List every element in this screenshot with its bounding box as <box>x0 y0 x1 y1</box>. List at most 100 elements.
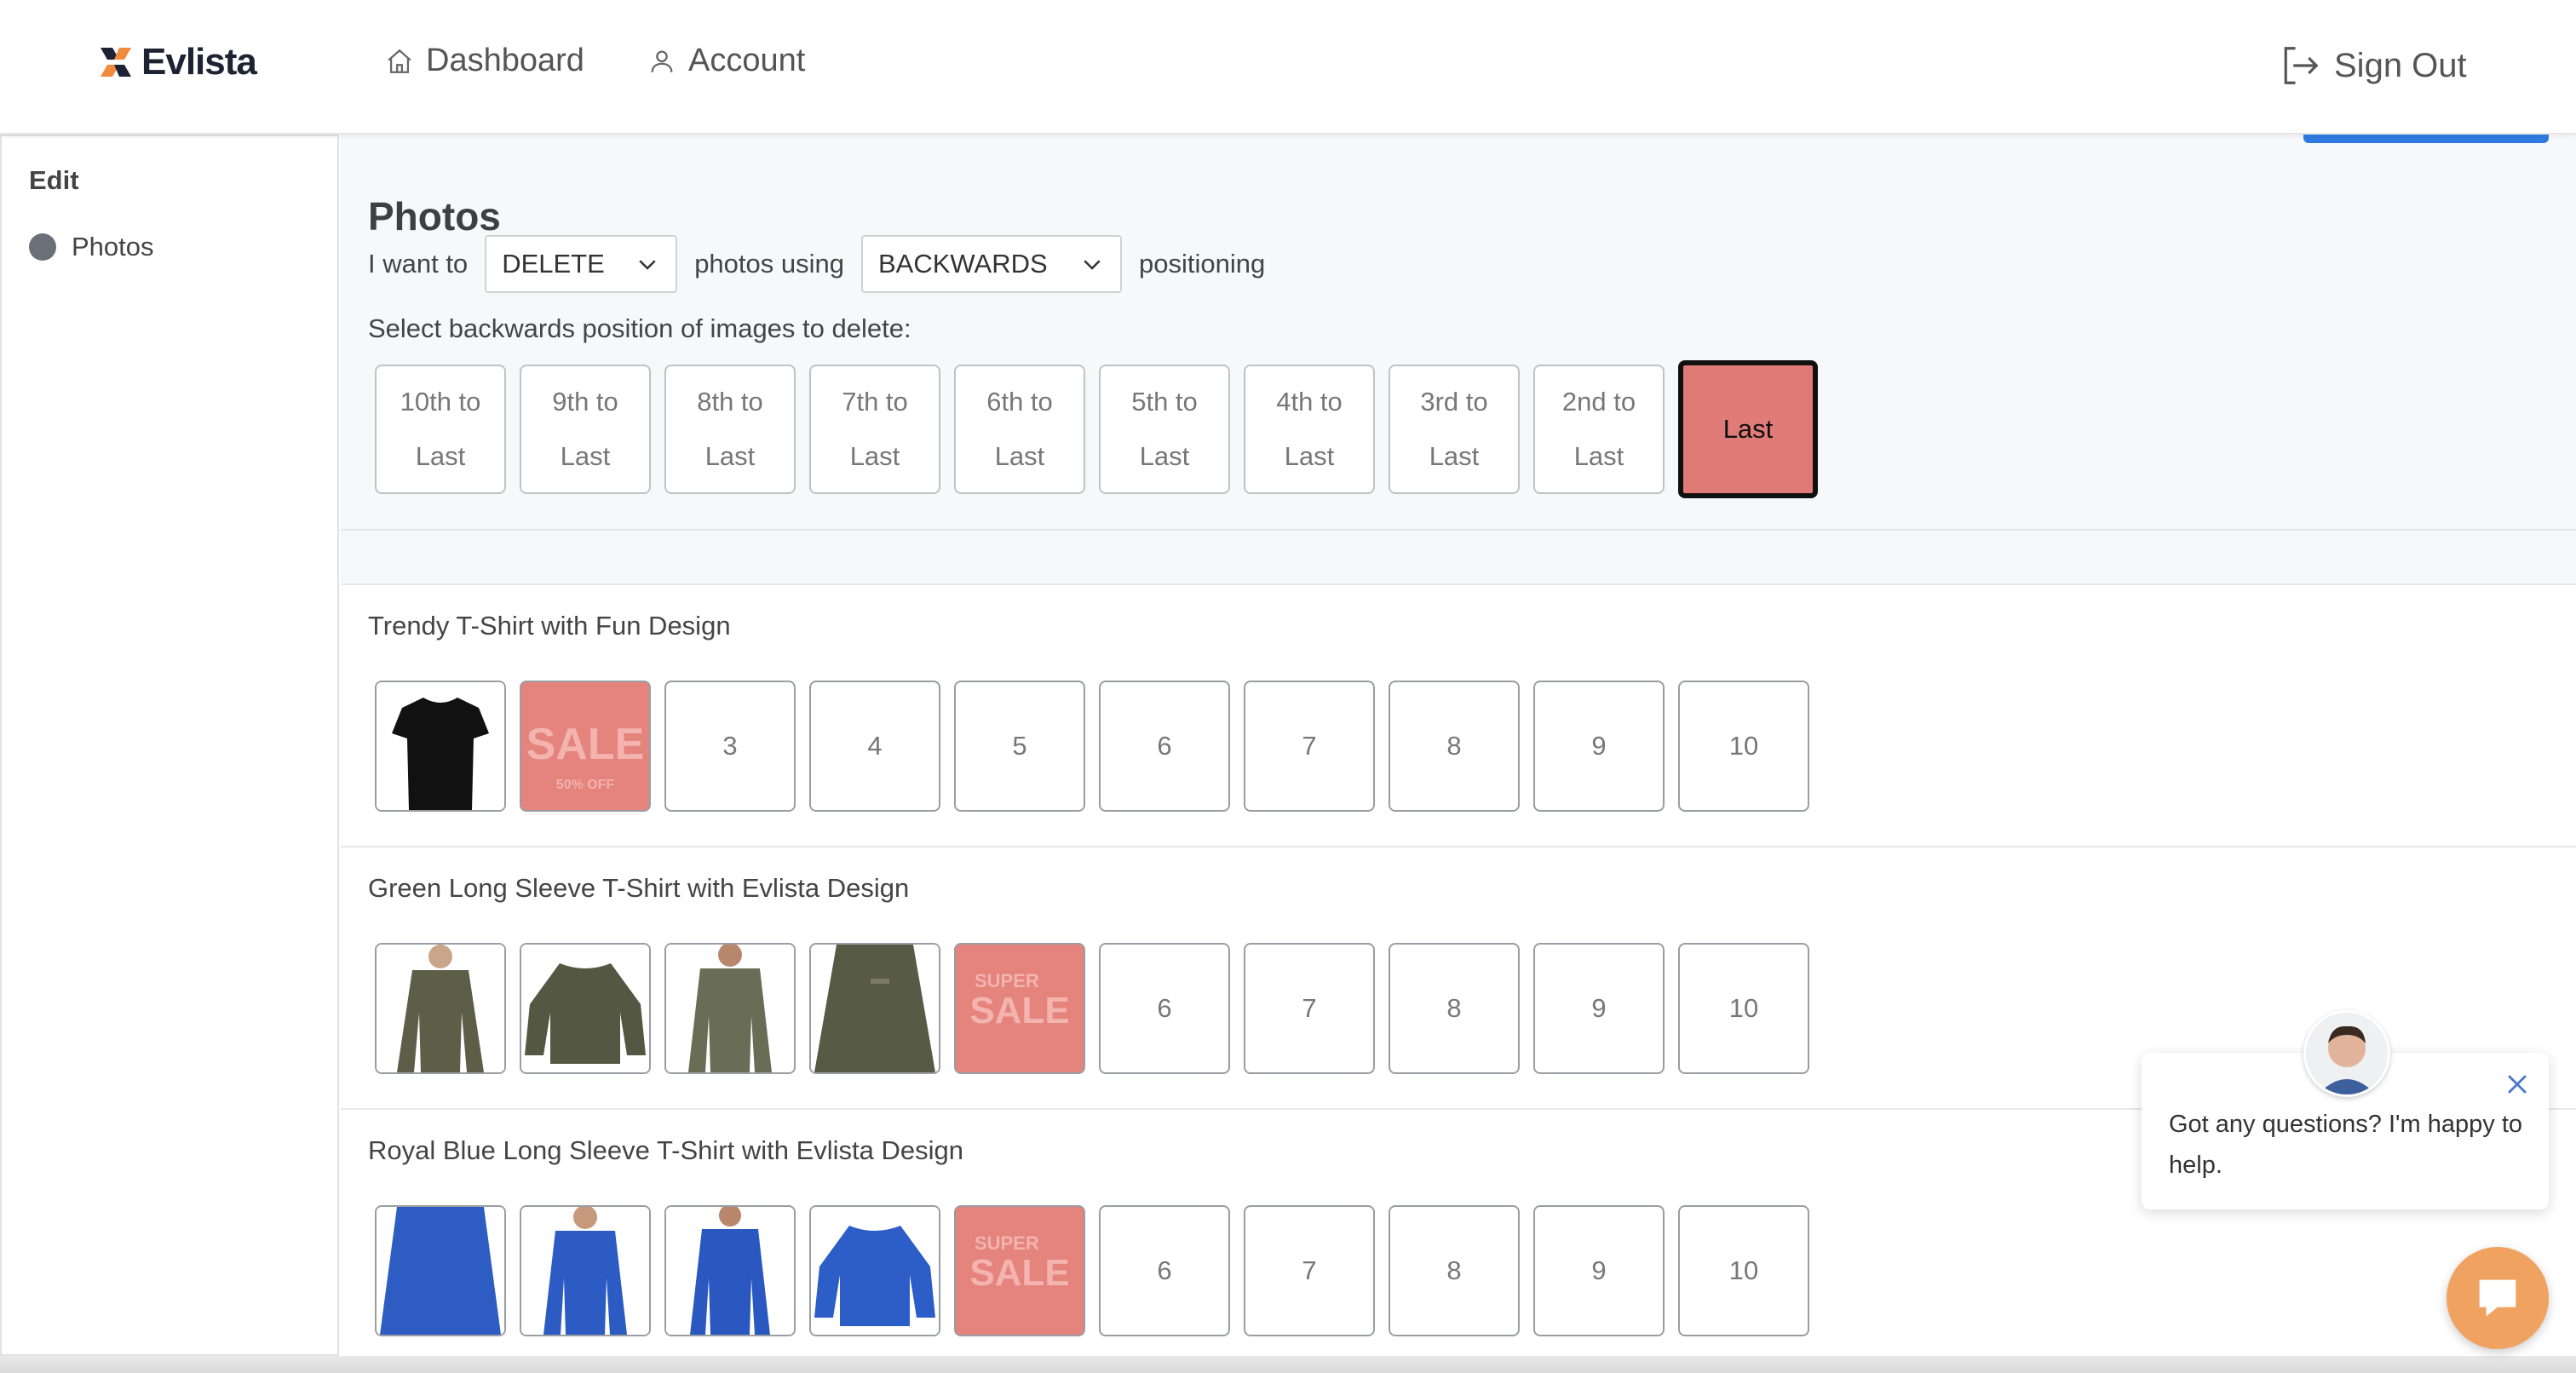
photo-slots: SUPER SALE 6 7 8 9 10 <box>375 943 1823 1074</box>
position-line2: Last <box>704 441 756 471</box>
empty-photo-slot[interactable]: 9 <box>1533 1205 1665 1336</box>
circle-dot-icon <box>29 233 56 261</box>
photo-thumbnail-green-longsleeve-model[interactable] <box>375 943 506 1074</box>
slot-number: 10 <box>1728 993 1759 1023</box>
sale-banner-subtext: 50% OFF <box>556 778 615 792</box>
position-10th-to-last-button[interactable]: 10th to Last <box>375 365 506 494</box>
photo-thumbnail-blue-longsleeve-flat[interactable] <box>809 1205 940 1336</box>
position-4th-to-last-button[interactable]: 4th to Last <box>1244 365 1375 494</box>
agent-avatar <box>2303 1010 2390 1097</box>
empty-photo-slot[interactable]: 10 <box>1678 681 1809 812</box>
position-line2: Last <box>560 441 611 471</box>
empty-photo-slot[interactable]: 7 <box>1244 943 1375 1074</box>
empty-photo-slot[interactable]: 7 <box>1244 1205 1375 1336</box>
empty-photo-slot[interactable]: 6 <box>1099 1205 1230 1336</box>
nav-account-label: Account <box>688 43 806 78</box>
position-7th-to-last-button[interactable]: 7th to Last <box>809 365 940 494</box>
close-icon[interactable] <box>2503 1070 2532 1099</box>
position-3rd-to-last-button[interactable]: 3rd to Last <box>1389 365 1520 494</box>
operation-select[interactable]: DELETE <box>485 235 678 293</box>
slot-number: 7 <box>1302 993 1317 1023</box>
photo-thumbnail-sale-banner[interactable]: SALE 50% OFF <box>520 681 651 812</box>
photo-thumbnail-super-sale-banner[interactable]: SUPER SALE <box>954 1205 1085 1336</box>
super-sale-text: SALE <box>969 1252 1069 1294</box>
slot-number: 9 <box>1591 1255 1607 1285</box>
position-line1: 8th to <box>697 387 763 416</box>
position-5th-to-last-button[interactable]: 5th to Last <box>1099 365 1230 494</box>
nav-dashboard-label: Dashboard <box>426 43 584 78</box>
position-line1: 4th to <box>1276 387 1343 416</box>
sidebar-title: Edit <box>29 165 79 195</box>
positioning-select[interactable]: BACKWARDS <box>861 235 1122 293</box>
photo-thumbnail-black-tshirt[interactable] <box>375 681 506 812</box>
position-line2: Last <box>1139 441 1190 471</box>
empty-photo-slot[interactable]: 8 <box>1389 681 1520 812</box>
empty-photo-slot[interactable]: 9 <box>1533 681 1665 812</box>
empty-photo-slot[interactable]: 8 <box>1389 1205 1520 1336</box>
operation-select-value: DELETE <box>502 249 605 279</box>
sign-out-label: Sign Out <box>2334 46 2467 84</box>
product-title: Trendy T-Shirt with Fun Design <box>368 611 731 641</box>
slot-number: 10 <box>1728 1255 1759 1285</box>
positioning-select-value: BACKWARDS <box>878 249 1048 279</box>
slot-number: 7 <box>1302 1255 1317 1285</box>
brand-logo[interactable]: Evlista <box>97 41 257 83</box>
position-9th-to-last-button[interactable]: 9th to Last <box>520 365 651 494</box>
slot-number: 8 <box>1446 1255 1462 1285</box>
empty-photo-slot[interactable]: 9 <box>1533 943 1665 1074</box>
nav-dashboard-link[interactable]: Dashboard <box>385 43 584 79</box>
empty-photo-slot[interactable]: 3 <box>664 681 796 812</box>
empty-photo-slot[interactable]: 10 <box>1678 1205 1809 1336</box>
evlista-logo-icon <box>101 48 131 77</box>
empty-photo-slot[interactable]: 6 <box>1099 681 1230 812</box>
empty-photo-slot[interactable]: 10 <box>1678 943 1809 1074</box>
position-line1: 3rd to <box>1420 387 1488 416</box>
slot-number: 3 <box>722 731 738 761</box>
chat-message: Got any questions? I'm happy to help. <box>2169 1111 2523 1179</box>
position-line1: 7th to <box>842 387 908 416</box>
chat-launcher-button[interactable] <box>2447 1247 2549 1349</box>
slot-number: 5 <box>1012 731 1027 761</box>
position-line2: Last <box>994 441 1045 471</box>
sidebar-item-label: Photos <box>72 232 154 261</box>
window-bottom-edge <box>0 1356 2576 1373</box>
empty-photo-slot[interactable]: 5 <box>954 681 1085 812</box>
photo-thumbnail-green-longsleeve-closeup[interactable] <box>809 943 940 1074</box>
empty-photo-slot[interactable]: 8 <box>1389 943 1520 1074</box>
super-sale-top-text: SUPER <box>975 970 1039 991</box>
position-line1: 6th to <box>986 387 1053 416</box>
sidebar-item-photos[interactable]: Photos <box>29 232 154 262</box>
slot-number: 4 <box>867 731 883 761</box>
position-line1: Last <box>1722 414 1774 444</box>
sentence-middle: photos using <box>694 249 844 279</box>
top-navbar: Evlista Dashboard Account Sign Out <box>0 0 2576 135</box>
photo-thumbnail-green-longsleeve-model[interactable] <box>664 943 796 1074</box>
position-line2: Last <box>1429 441 1480 471</box>
position-8th-to-last-button[interactable]: 8th to Last <box>664 365 796 494</box>
position-2nd-to-last-button[interactable]: 2nd to Last <box>1533 365 1665 494</box>
position-line2: Last <box>415 441 466 471</box>
photo-thumbnail-super-sale-banner[interactable]: SUPER SALE <box>954 943 1085 1074</box>
slot-number: 8 <box>1446 731 1462 761</box>
chevron-down-icon <box>1084 260 1101 270</box>
home-icon <box>388 49 411 73</box>
slot-number: 9 <box>1591 993 1607 1023</box>
sentence-suffix: positioning <box>1139 249 1266 279</box>
position-last-button[interactable]: Last <box>1678 360 1818 498</box>
photo-thumbnail-blue-longsleeve-model[interactable] <box>664 1205 796 1336</box>
photo-thumbnail-blue-longsleeve-closeup[interactable] <box>375 1205 506 1336</box>
sign-out-link[interactable]: Sign Out <box>2276 43 2467 89</box>
slot-number: 10 <box>1728 731 1759 761</box>
photo-thumbnail-green-longsleeve-flat[interactable] <box>520 943 651 1074</box>
slot-number: 6 <box>1157 731 1172 761</box>
photo-thumbnail-blue-longsleeve-model[interactable] <box>520 1205 651 1336</box>
position-instruction: Select backwards position of images to d… <box>368 313 911 343</box>
position-6th-to-last-button[interactable]: 6th to Last <box>954 365 1085 494</box>
chat-bubble-icon <box>2479 1279 2516 1317</box>
slot-number: 9 <box>1591 731 1607 761</box>
empty-photo-slot[interactable]: 6 <box>1099 943 1230 1074</box>
empty-photo-slot[interactable]: 7 <box>1244 681 1375 812</box>
save-button-partial[interactable] <box>2303 135 2549 143</box>
nav-account-link[interactable]: Account <box>647 43 805 79</box>
empty-photo-slot[interactable]: 4 <box>809 681 940 812</box>
